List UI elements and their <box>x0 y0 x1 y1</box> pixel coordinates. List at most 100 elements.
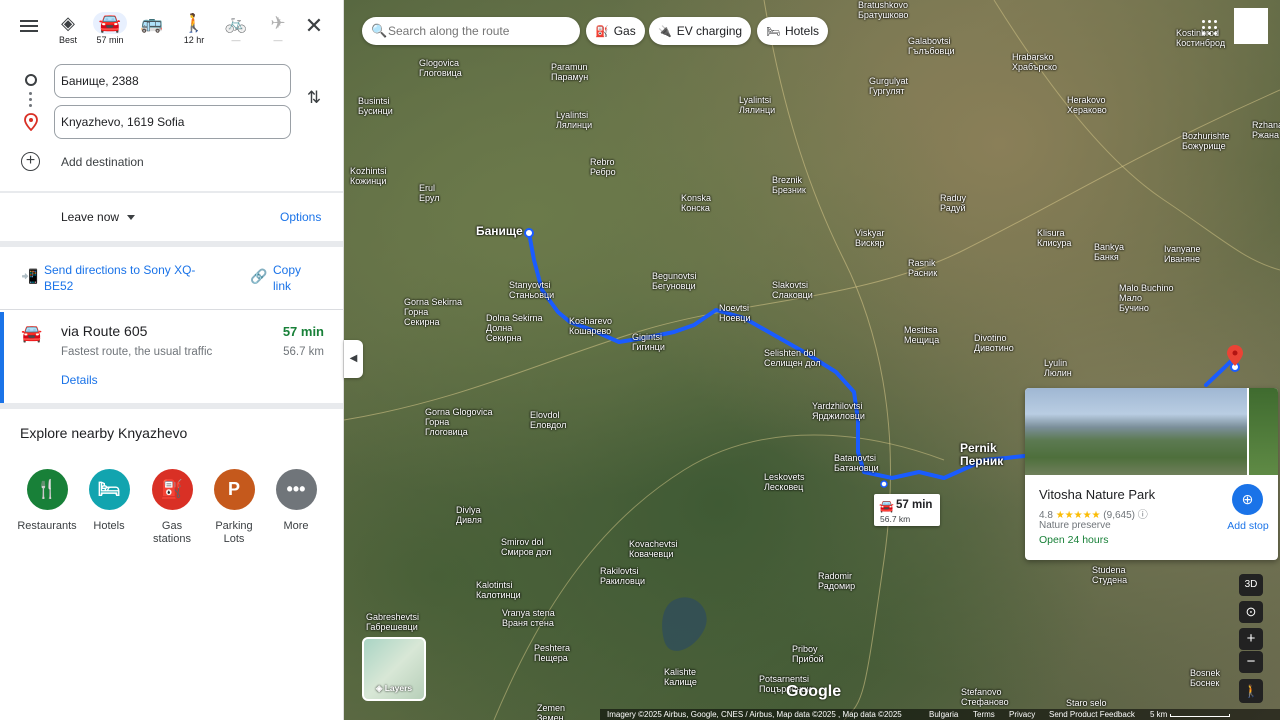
zoom-out-button[interactable]: − <box>1239 651 1263 673</box>
copy-link-button[interactable]: Copy link <box>273 262 313 294</box>
info-icon[interactable]: ⓘ <box>1138 510 1148 521</box>
leave-now-dropdown[interactable]: Leave now <box>61 210 136 224</box>
category-hotels[interactable]: 🛏 Hotels <box>74 469 144 533</box>
route-details-link[interactable]: Details <box>61 373 98 387</box>
route-dots-icon <box>29 92 33 110</box>
poi-rating: 4.8 ★★★★★ (9,645) ⓘ <box>1039 510 1148 521</box>
place-label: Rzhana Ржана <box>1252 120 1280 140</box>
travel-mode-flight[interactable]: ✈ — <box>258 12 298 47</box>
route-distance: 56.7 km <box>283 346 324 358</box>
swap-endpoints-icon[interactable]: ⇅ <box>302 88 326 110</box>
search-icon: 🔍 <box>371 23 388 38</box>
gas-pump-icon: ⛽ <box>595 26 609 38</box>
route-description: Fastest route, the usual traffic <box>61 346 213 358</box>
apps-grid-icon[interactable] <box>1202 20 1218 36</box>
place-label: Konska Конска <box>681 193 712 213</box>
bicycle-icon: 🚲 <box>224 13 248 33</box>
place-label: Raduy Радуй <box>940 193 967 213</box>
place-label: Paramun Парамун <box>551 62 589 82</box>
place-label: Peshtera Пещера <box>534 643 571 663</box>
add-destination-icon[interactable]: + <box>21 152 40 171</box>
place-label: Klisura Клисура <box>1037 228 1072 248</box>
origin-label: Банище <box>476 224 523 238</box>
category-more[interactable]: ••• More <box>261 469 331 533</box>
layers-button[interactable]: ◈ Layers <box>362 637 426 701</box>
place-label: Smirov dol Смиров дол <box>501 537 552 557</box>
travel-mode-transit[interactable]: 🚌 <box>132 12 172 47</box>
place-label: Rebro Ребро <box>590 157 616 177</box>
place-label: Priboy Прибой <box>792 644 824 664</box>
zoom-in-button[interactable]: + <box>1239 628 1263 650</box>
poi-photo[interactable] <box>1025 388 1247 475</box>
close-directions-icon[interactable]: ✕ <box>302 14 326 38</box>
pegman-icon[interactable]: 🚶 <box>1239 679 1263 703</box>
place-label: Kovachevtsi Ковачевци <box>629 539 678 559</box>
place-label: Gorna Glogovica Горна Глоговица <box>425 407 493 437</box>
satellite-map[interactable]: Банище Bratushkovo Братушково Galabovtsi … <box>344 0 1280 720</box>
collapse-panel-button[interactable]: ◀ <box>344 340 363 378</box>
explore-nearby-title: Explore nearby Knyazhevo <box>20 425 188 441</box>
3d-toggle-button[interactable]: 3D <box>1239 574 1263 596</box>
place-label: Stanyovtsi Станьовци <box>509 280 555 300</box>
place-label: Vranya stena Враня стена <box>502 608 555 628</box>
google-logo: Google <box>786 683 842 700</box>
account-avatar[interactable] <box>1234 8 1268 44</box>
my-location-icon[interactable]: ⊙ <box>1239 601 1263 623</box>
link-icon[interactable]: 🔗 <box>250 268 267 285</box>
send-to-phone-icon[interactable]: 📲 <box>21 268 38 286</box>
country-link[interactable]: Bulgaria <box>929 709 958 720</box>
poi-photo[interactable] <box>1249 388 1278 475</box>
google-maps-directions: ◈ Best 🚘 57 min 🚌 🚶 12 hr 🚲 — ✈ — ✕ Бани… <box>0 0 1280 720</box>
search-along-route[interactable]: 🔍 <box>362 17 580 45</box>
airplane-icon: ✈ <box>270 13 286 33</box>
fork-knife-icon: 🍴 <box>26 469 68 510</box>
poi-hours: Open 24 hours <box>1039 534 1109 546</box>
privacy-link[interactable]: Privacy <box>1009 709 1035 720</box>
destination-input[interactable] <box>54 105 291 139</box>
terms-link[interactable]: Terms <box>973 709 995 720</box>
walking-icon: 🚶 <box>182 13 206 33</box>
place-label: Yardzhilovtsi Ярджиловци <box>812 401 865 421</box>
origin-circle-icon <box>25 74 37 86</box>
place-label: Slakovtsi Слаковци <box>772 280 813 300</box>
add-stop-pin-icon[interactable]: ⊕ <box>1232 484 1263 515</box>
place-label: Galabovtsi Гълъбовци <box>908 36 955 56</box>
category-gas-stations[interactable]: ⛽ Gas stations <box>137 469 207 546</box>
layers-label: ◈ Layers <box>375 683 413 693</box>
leave-now-label: Leave now <box>61 210 120 224</box>
category-parking-lots[interactable]: P Parking Lots <box>199 469 269 546</box>
place-label: Leskovets Лесковец <box>764 472 805 492</box>
place-label: Malo Buchino Мало Бучино <box>1119 283 1174 313</box>
more-dots-icon: ••• <box>275 469 317 510</box>
travel-mode-walking[interactable]: 🚶 12 hr <box>174 12 214 47</box>
diamond-directions-icon: ◈ <box>61 13 75 33</box>
chevron-left-icon: ◀ <box>349 353 358 364</box>
poi-type: Nature preserve <box>1039 520 1111 531</box>
travel-mode-cycling[interactable]: 🚲 — <box>216 12 256 47</box>
place-label: Breznik Брезник <box>772 175 806 195</box>
scale-bar <box>1170 714 1230 717</box>
chip-gas[interactable]: ⛽ Gas <box>586 17 645 45</box>
feedback-link[interactable]: Send Product Feedback <box>1049 709 1135 720</box>
place-label: Selishten dol Селищен дол <box>764 348 821 368</box>
chip-hotels[interactable]: 🛏 Hotels <box>757 17 828 45</box>
add-stop-button[interactable]: Add stop <box>1219 520 1277 532</box>
options-button[interactable]: Options <box>280 210 321 224</box>
travel-mode-best[interactable]: ◈ Best <box>48 12 88 47</box>
place-label: Dolna Sekirna Долна Секирна <box>486 313 543 343</box>
search-along-route-input[interactable] <box>388 21 573 41</box>
route-via: via Route 605 <box>61 323 148 339</box>
selected-route-indicator <box>0 312 4 404</box>
place-label: Glogovica Глоговица <box>419 58 462 78</box>
add-destination-button[interactable]: Add destination <box>61 155 144 169</box>
route-time-callout[interactable]: 🚘 57 min 56.7 km <box>874 494 940 526</box>
place-label: Kalishte Калище <box>664 667 697 687</box>
travel-mode-driving[interactable]: 🚘 57 min <box>90 12 130 47</box>
category-restaurants[interactable]: 🍴 Restaurants <box>12 469 82 533</box>
send-directions-link[interactable]: Send directions to Sony XQ-BE52 <box>44 262 214 294</box>
origin-input[interactable] <box>54 64 291 98</box>
poi-card-vitosha[interactable]: Vitosha Nature Park 4.8 ★★★★★ (9,645) ⓘ … <box>1025 388 1278 560</box>
place-label: Erul Ерул <box>419 183 440 203</box>
chip-ev-charging[interactable]: 🔌 EV charging <box>649 17 752 45</box>
scale-label[interactable]: 5 km <box>1150 709 1167 720</box>
